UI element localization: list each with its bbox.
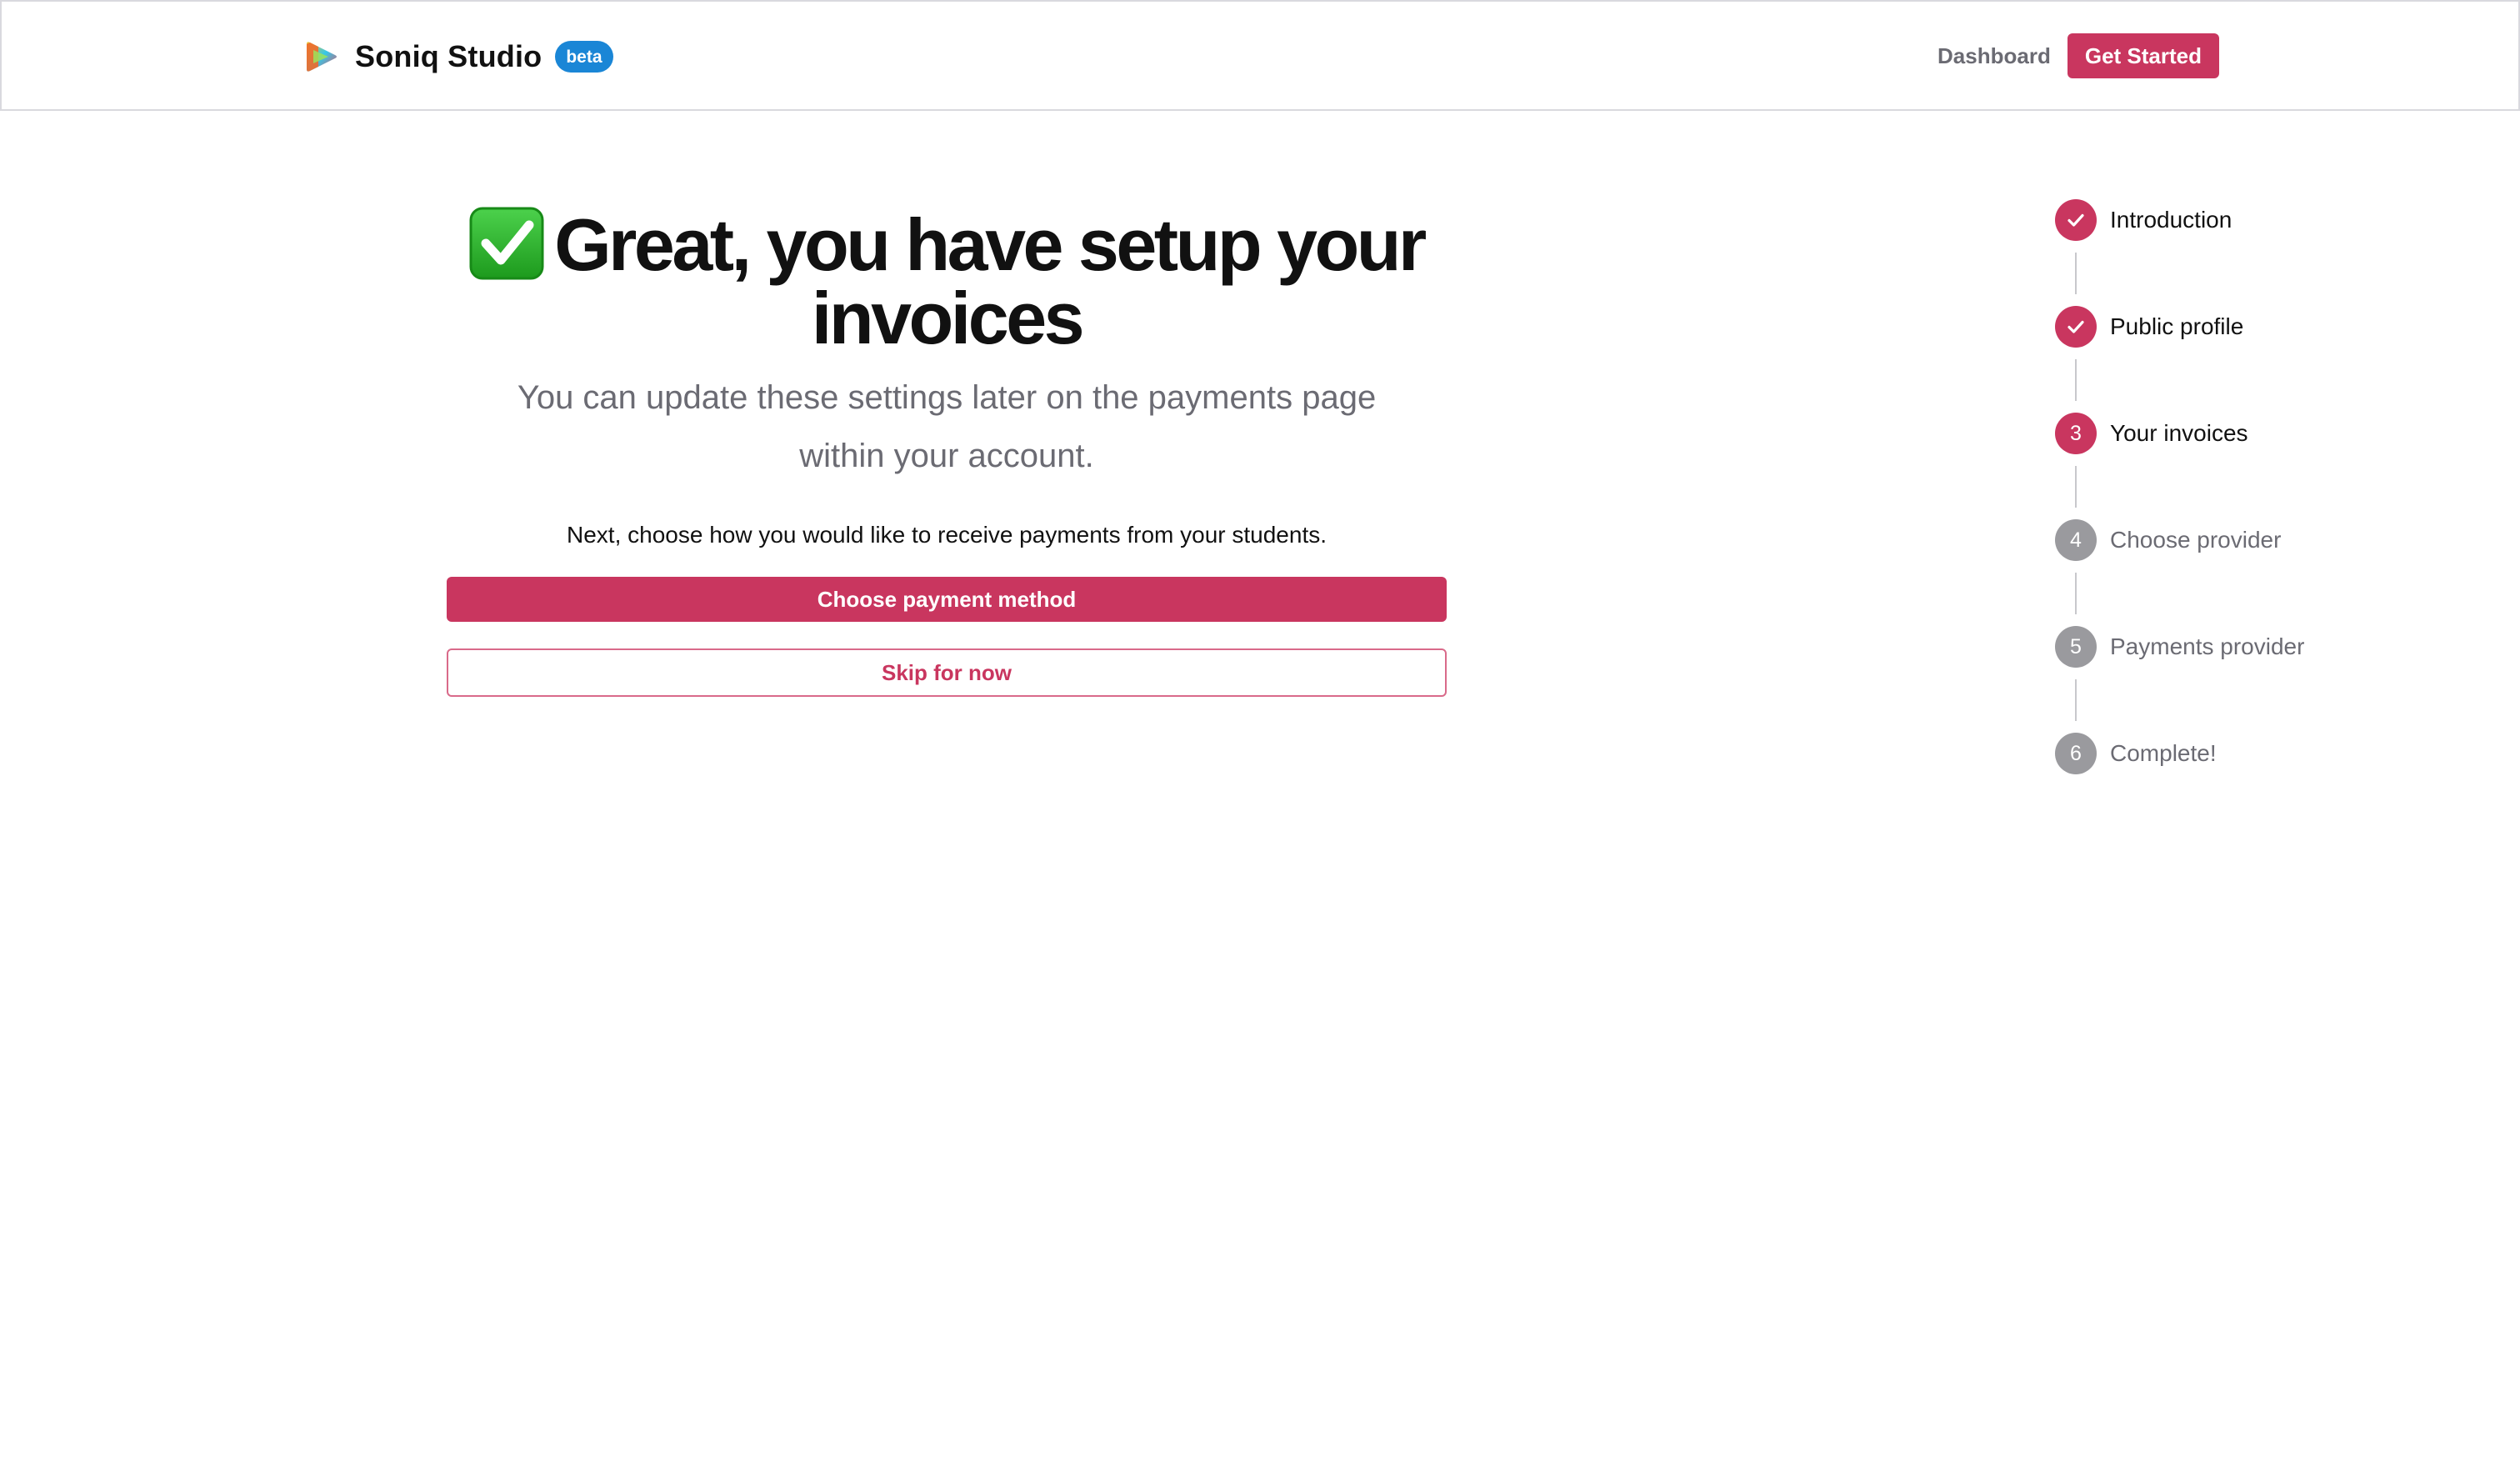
step-connector [2075,573,2077,614]
step-public-profile[interactable]: Public profile [2055,306,2405,413]
get-started-button[interactable]: Get Started [2067,33,2219,78]
next-step-instruction: Next, choose how you would like to recei… [567,522,1327,548]
step-label: Complete! [2110,740,2217,766]
page: Soniq Studio beta Dashboard Get Started … [0,0,2520,1457]
brand-name: Soniq Studio [355,39,542,73]
step-introduction[interactable]: Introduction [2055,199,2405,306]
step-your-invoices[interactable]: 3 Your invoices [2055,413,2405,519]
step-completed-check-icon [2055,306,2097,348]
step-label: Introduction [2110,207,2232,233]
main-content: Great, you have setup your invoices You … [447,207,1447,697]
top-navigation-bar: Soniq Studio beta Dashboard Get Started [0,0,2520,111]
white-check-mark-emoji-icon [469,207,544,280]
step-connector [2075,359,2077,401]
step-payments-provider[interactable]: 5 Payments provider [2055,626,2405,733]
step-connector [2075,253,2077,294]
step-completed-check-icon [2055,199,2097,241]
step-label: Choose provider [2110,527,2282,553]
step-complete[interactable]: 6 Complete! [2055,733,2405,774]
play-logo-icon [307,42,337,72]
beta-badge: beta [555,41,613,73]
skip-for-now-button[interactable]: Skip for now [447,648,1447,697]
choose-payment-method-button[interactable]: Choose payment method [447,577,1447,622]
step-label: Public profile [2110,313,2244,339]
step-number: 4 [2055,519,2097,561]
step-label: Your invoices [2110,420,2248,446]
step-number: 6 [2055,733,2097,774]
step-label: Payments provider [2110,633,2305,659]
page-title: Great, you have setup your invoices [447,207,1447,355]
step-choose-provider[interactable]: 4 Choose provider [2055,519,2405,626]
step-connector [2075,679,2077,721]
dashboard-link[interactable]: Dashboard [1938,43,2051,69]
brand[interactable]: Soniq Studio beta [303,33,613,80]
header-nav: Dashboard Get Started [1938,33,2219,78]
step-connector [2075,466,2077,508]
step-number: 3 [2055,413,2097,454]
step-number: 5 [2055,626,2097,668]
onboarding-stepper: Introduction Public profile 3 Your invoi… [2055,199,2405,774]
page-subtitle: You can update these settings later on t… [517,379,1377,474]
page-title-text: Great, you have setup your invoices [554,203,1427,359]
